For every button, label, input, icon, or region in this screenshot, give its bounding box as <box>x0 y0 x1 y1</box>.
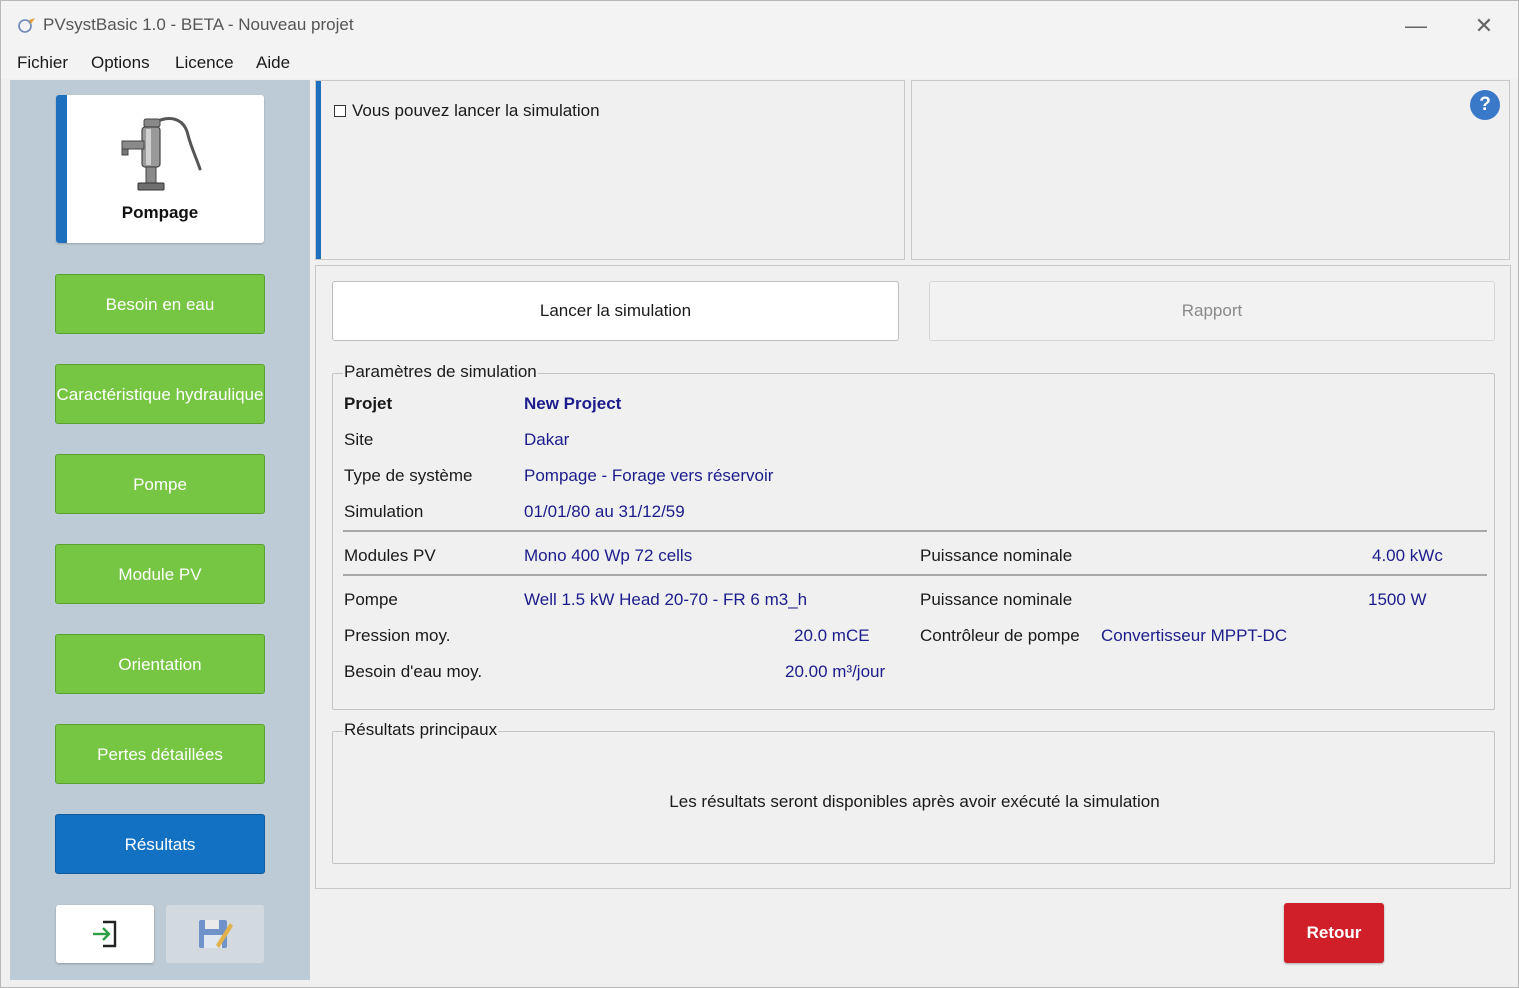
menu-options[interactable]: Options <box>91 53 150 73</box>
pv-modules-value: Mono 400 Wp 72 cells <box>524 546 693 565</box>
save-button[interactable] <box>166 905 264 963</box>
caracteristique-hydraulique-button[interactable]: Caractéristique hydraulique <box>55 364 265 424</box>
simulation-panel: Lancer la simulation Rapport Paramètres … <box>315 265 1511 889</box>
exit-button[interactable] <box>56 905 154 963</box>
title-bar: PVsystBasic 1.0 - BETA - Nouveau projet … <box>1 1 1518 49</box>
report-button[interactable]: Rapport <box>929 281 1495 341</box>
pump-label: Pompe <box>344 590 398 609</box>
help-icon[interactable]: ? <box>1470 90 1500 120</box>
pump-controller-value: Convertisseur MPPT-DC <box>1101 626 1288 645</box>
separator <box>343 530 1487 532</box>
simulation-value: 01/01/80 au 31/12/59 <box>524 502 685 521</box>
project-value: New Project <box>524 394 622 413</box>
project-label: Projet <box>344 394 393 413</box>
sidebar: Pompage Besoin en eau Caractéristique hy… <box>10 80 310 980</box>
results-message: Les résultats seront disponibles après a… <box>669 792 1160 811</box>
pump-nominal-power-label: Puissance nominale <box>920 590 1073 609</box>
main-results-title: Résultats principaux <box>343 720 499 740</box>
main-results-group: Résultats principaux Les résultats seron… <box>332 720 1495 864</box>
orientation-button[interactable]: Orientation <box>55 634 265 694</box>
back-button[interactable]: Retour <box>1284 903 1384 963</box>
run-simulation-button[interactable]: Lancer la simulation <box>332 281 899 341</box>
system-type-label: Type de système <box>344 466 473 485</box>
status-message: Vous pouvez lancer la simulation <box>334 101 600 121</box>
pv-nominal-power-label: Puissance nominale <box>920 546 1073 565</box>
pump-value: Well 1.5 kW Head 20-70 - FR 6 m3_h <box>524 590 808 609</box>
water-pump-icon <box>121 117 202 191</box>
pump-nominal-power-value: 1500 W <box>1368 590 1427 609</box>
separator <box>343 574 1487 576</box>
besoin-en-eau-button[interactable]: Besoin en eau <box>55 274 265 334</box>
pv-modules-label: Modules PV <box>344 546 436 565</box>
system-type-value: Pompage - Forage vers réservoir <box>524 466 774 485</box>
pressure-label: Pression moy. <box>344 626 451 645</box>
pv-nominal-power-value: 4.00 kWc <box>1372 546 1443 565</box>
water-need-label: Besoin d'eau moy. <box>344 662 483 681</box>
resultats-button[interactable]: Résultats <box>55 814 265 874</box>
minimize-button[interactable]: — <box>1393 11 1439 41</box>
status-checkbox-icon <box>334 105 346 117</box>
pump-controller-label: Contrôleur de pompe <box>920 626 1080 645</box>
simulation-parameters-title: Paramètres de simulation <box>343 362 538 382</box>
status-accent <box>316 81 321 259</box>
save-icon <box>199 920 233 948</box>
menu-licence[interactable]: Licence <box>175 53 234 73</box>
pompage-label: Pompage <box>121 203 199 222</box>
app-logo-icon <box>18 18 35 33</box>
close-button[interactable]: ✕ <box>1461 11 1507 41</box>
simulation-label: Simulation <box>344 502 424 521</box>
status-message-text: Vous pouvez lancer la simulation <box>352 101 600 120</box>
exit-icon <box>93 920 117 948</box>
pertes-detaillees-button[interactable]: Pertes détaillées <box>55 724 265 784</box>
water-need-value: 20.00 m³/jour <box>785 662 886 681</box>
window-title: PVsystBasic 1.0 - BETA - Nouveau projet <box>43 15 354 34</box>
status-panel: Vous pouvez lancer la simulation <box>315 80 905 260</box>
simulation-parameters-group: Paramètres de simulation Projet New Proj… <box>332 362 1495 710</box>
module-pv-button[interactable]: Module PV <box>55 544 265 604</box>
pompe-button[interactable]: Pompe <box>55 454 265 514</box>
app-window: PVsystBasic 1.0 - BETA - Nouveau projet … <box>0 0 1519 988</box>
pompage-card[interactable]: Pompage <box>56 95 264 243</box>
menu-fichier[interactable]: Fichier <box>17 53 68 73</box>
help-panel: ? <box>911 80 1510 260</box>
site-value: Dakar <box>524 430 570 449</box>
menu-aide[interactable]: Aide <box>256 53 290 73</box>
menu-bar: Fichier Options Licence Aide <box>1 49 1518 79</box>
site-label: Site <box>344 430 374 449</box>
pressure-value: 20.0 mCE <box>794 626 870 645</box>
